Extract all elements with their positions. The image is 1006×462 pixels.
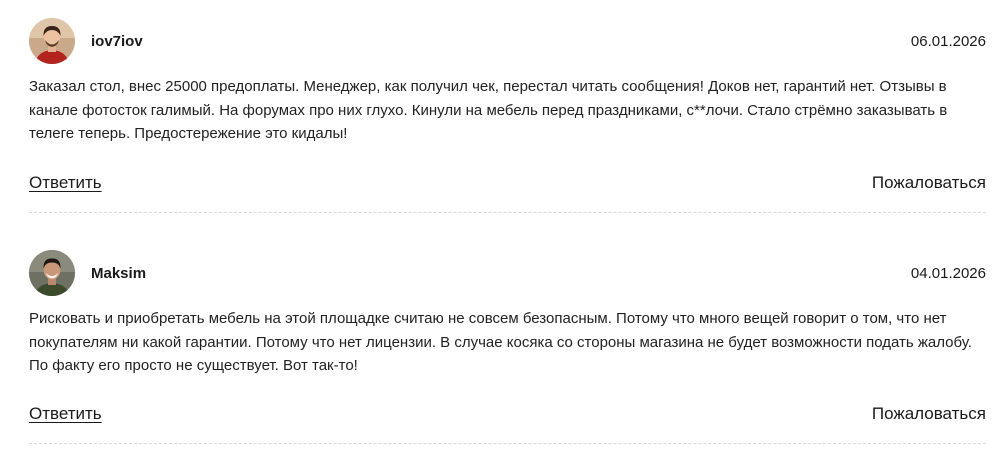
comment-actions: Ответить Пожаловаться <box>29 403 986 427</box>
comment-text: Рисковать и приобретать мебель на этой п… <box>29 310 972 374</box>
reply-link[interactable]: Ответить <box>29 403 102 425</box>
user-avatar-icon[interactable] <box>29 18 75 64</box>
comment-divider <box>29 443 986 444</box>
report-link[interactable]: Пожаловаться <box>872 403 986 425</box>
comment-actions: Ответить Пожаловаться <box>29 172 986 196</box>
comments-list: iov7iov 06.01.2026 Заказал стол, внес 25… <box>0 0 1006 462</box>
reply-link[interactable]: Ответить <box>29 172 102 194</box>
comment-date: 06.01.2026 <box>910 33 986 50</box>
user-avatar-icon[interactable] <box>29 250 75 296</box>
comment-header: Maksim 04.01.2026 <box>29 250 986 298</box>
comment-author: Maksim <box>91 265 147 282</box>
comment-date: 04.01.2026 <box>910 265 986 282</box>
comment-item: iov7iov 06.01.2026 Заказал стол, внес 25… <box>29 18 986 213</box>
report-link[interactable]: Пожаловаться <box>872 172 986 194</box>
comment-text: Заказал стол, внес 25000 предоплаты. Мен… <box>29 78 948 142</box>
comment-divider <box>29 212 986 213</box>
comment-item: Maksim 04.01.2026 Рисковать и приобретат… <box>29 250 986 444</box>
comment-author: iov7iov <box>91 33 143 50</box>
comment-header: iov7iov 06.01.2026 <box>29 18 986 66</box>
